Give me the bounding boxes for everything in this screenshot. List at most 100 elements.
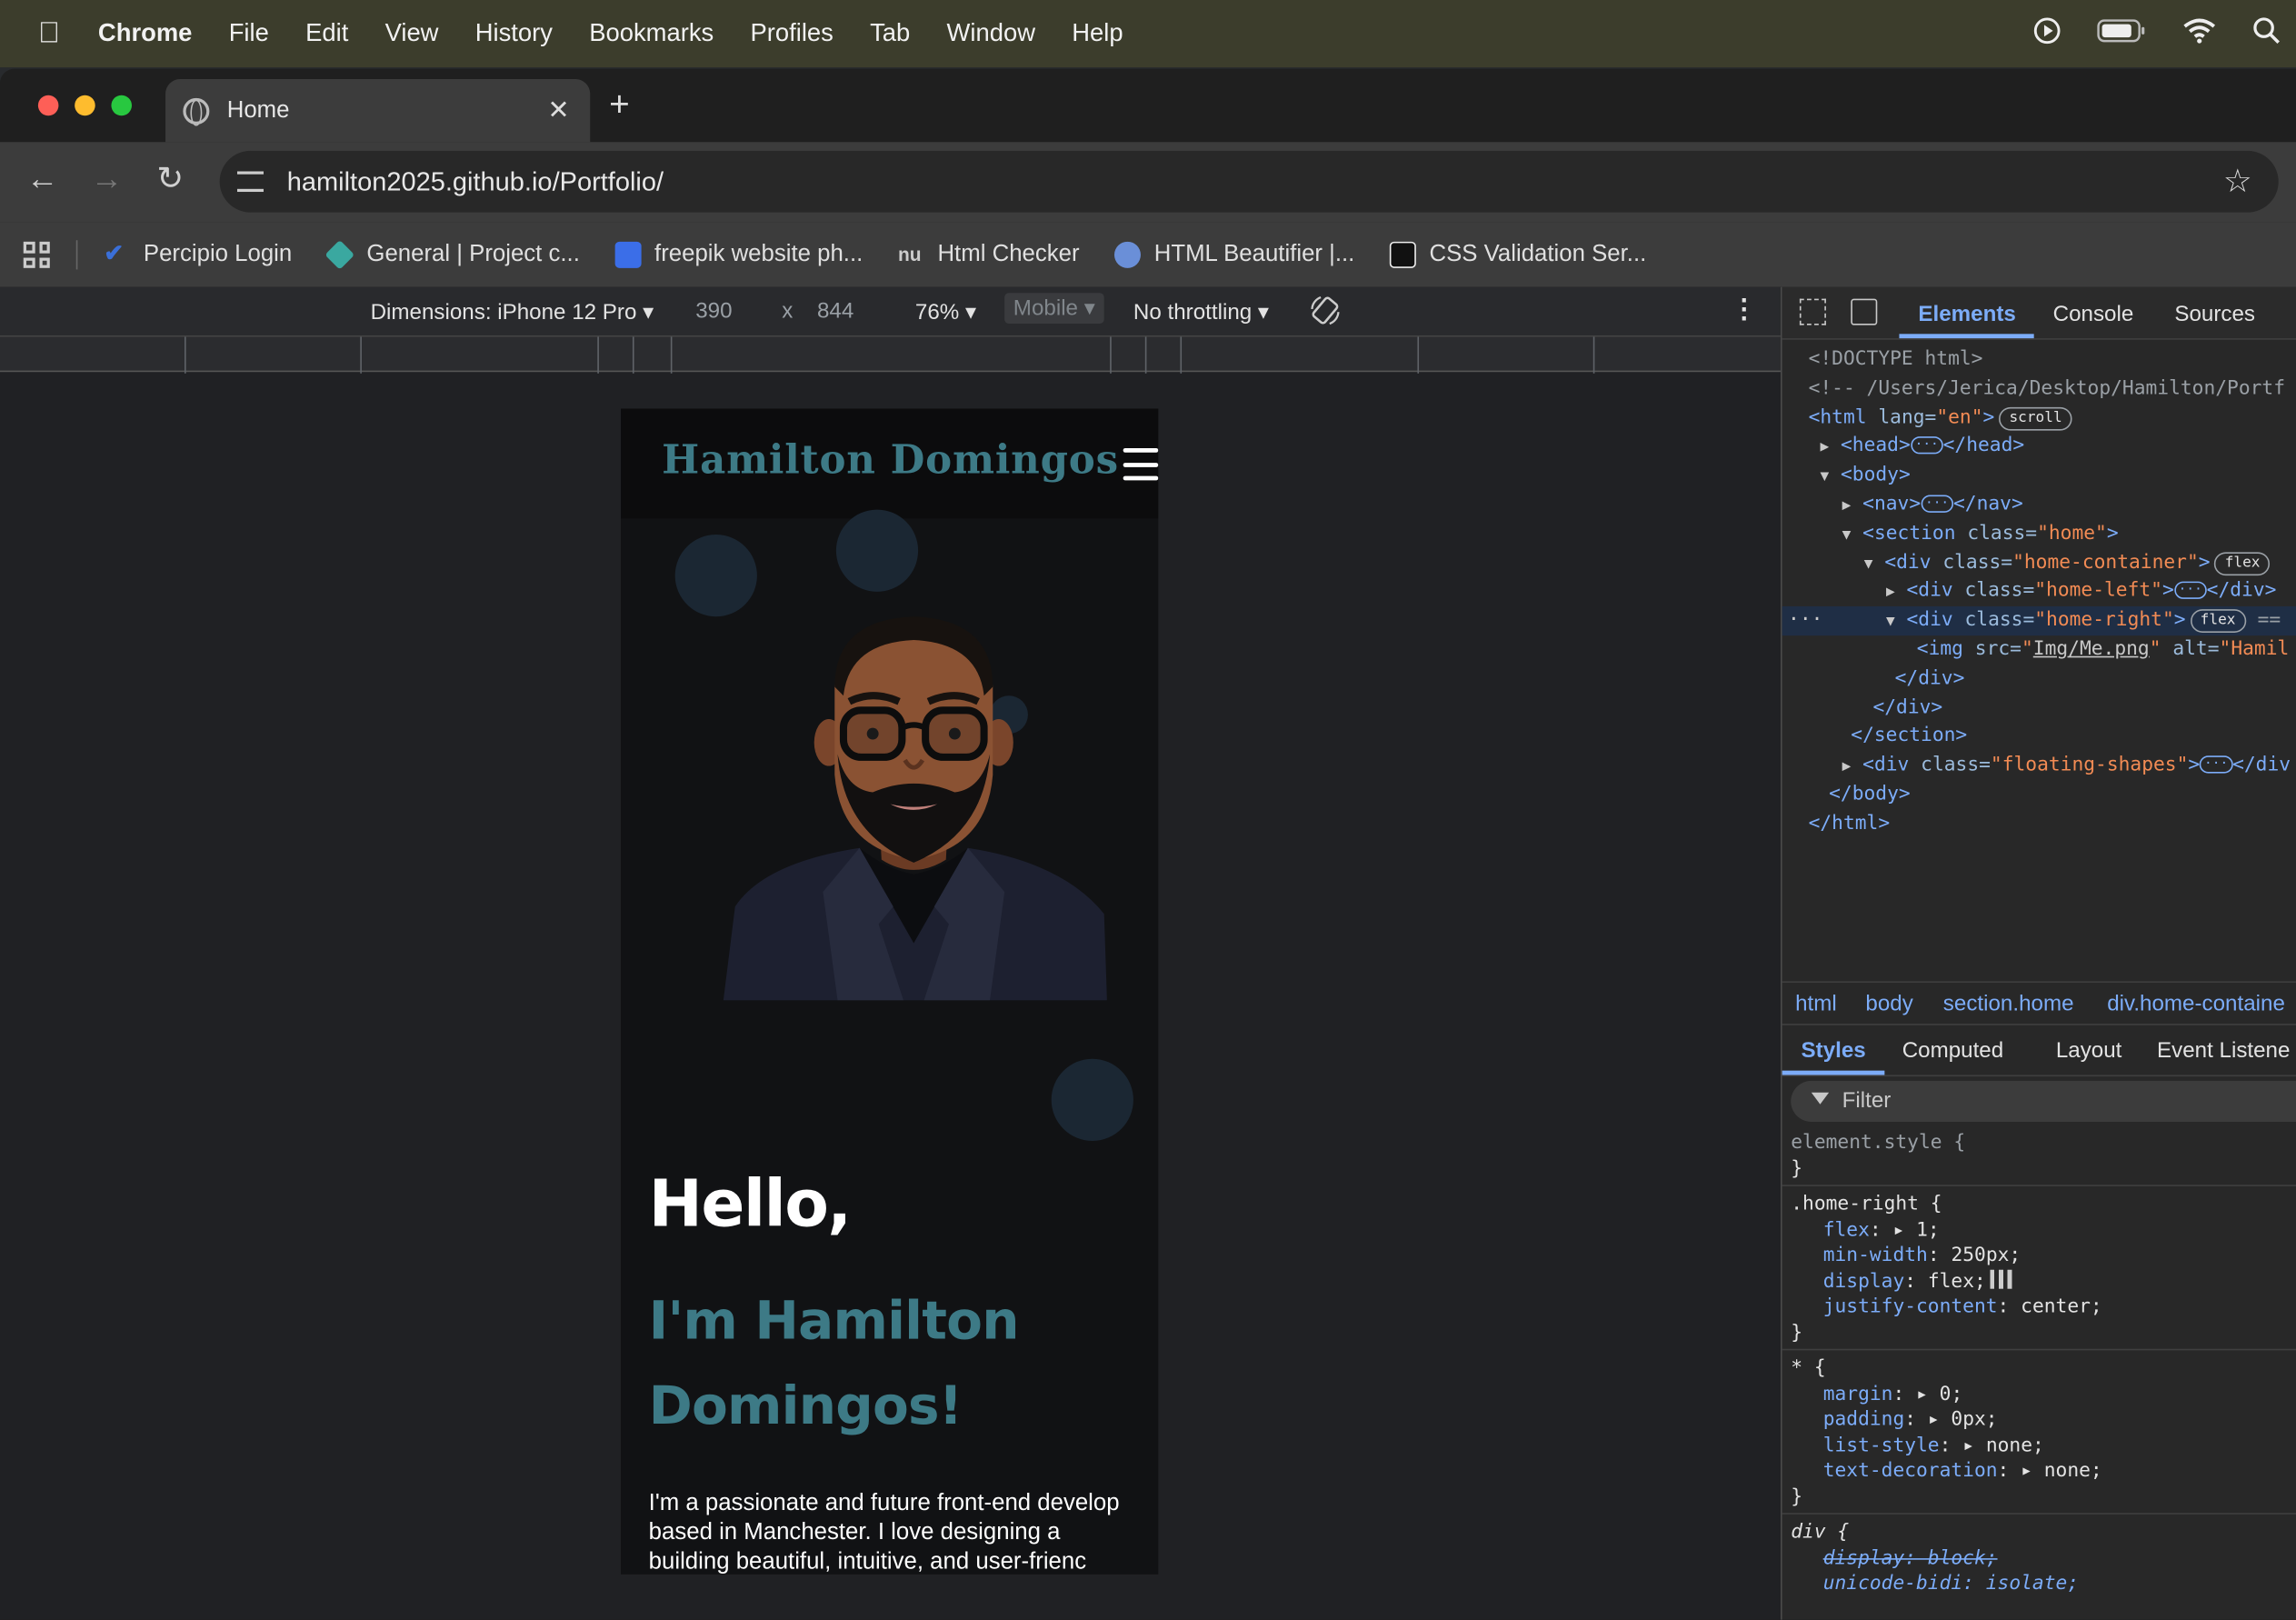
wifi-icon[interactable] bbox=[2181, 17, 2217, 51]
close-window-button[interactable] bbox=[37, 95, 59, 116]
flexbox-editor-icon[interactable] bbox=[1990, 1268, 2014, 1288]
tab-styles[interactable]: Styles bbox=[1802, 1038, 1866, 1063]
scroll-badge[interactable]: scroll bbox=[1999, 406, 2072, 430]
site-logo[interactable]: Hamilton Domingos bbox=[662, 438, 1119, 484]
menu-edit[interactable]: Edit bbox=[305, 19, 348, 48]
expand-triangle-icon[interactable]: ▶ bbox=[1842, 759, 1852, 775]
device-select[interactable]: Dimensions: iPhone 12 Pro ▾ bbox=[371, 299, 654, 325]
css-declaration[interactable]: flex: ▸ 1; bbox=[1791, 1218, 2296, 1244]
device-type-select[interactable]: Mobile ▾ bbox=[1004, 293, 1104, 325]
css-rule-div-useragent[interactable]: div { display: block; unicode-bidi: isol… bbox=[1782, 1515, 2296, 1600]
bookmark-html-checker[interactable]: nu Html Checker bbox=[898, 242, 1080, 268]
expand-triangle-icon[interactable]: ▶ bbox=[1842, 498, 1852, 515]
collapsed-ellipsis[interactable]: ··· bbox=[1910, 436, 1943, 455]
menu-history[interactable]: History bbox=[475, 19, 553, 48]
new-tab-icon[interactable]: + bbox=[609, 85, 630, 125]
dom-node-img[interactable]: <img src="Img/Me.png" alt="Hamil bbox=[1782, 635, 2296, 665]
bookmark-css-validation[interactable]: CSS Validation Ser... bbox=[1389, 241, 1646, 268]
expand-triangle-icon[interactable]: ▶ bbox=[1820, 440, 1829, 456]
dom-node-close-div[interactable]: </div> bbox=[1782, 665, 2296, 694]
bookmark-general-project[interactable]: General | Project c... bbox=[325, 239, 580, 270]
menu-view[interactable]: View bbox=[385, 19, 439, 48]
zoom-window-button[interactable] bbox=[111, 95, 132, 116]
css-rule-home-right[interactable]: .home-right { flex: ▸ 1; min-width: 250p… bbox=[1782, 1186, 2296, 1351]
reload-icon[interactable]: ↻ bbox=[156, 160, 184, 198]
close-tab-icon[interactable]: ✕ bbox=[547, 95, 569, 126]
tab-console[interactable]: Console bbox=[2053, 302, 2134, 326]
collapsed-ellipsis[interactable]: ··· bbox=[1921, 495, 1953, 513]
breadcrumb-html[interactable]: html bbox=[1795, 992, 1837, 1016]
dom-node-home-left[interactable]: ▶ <div class="home-left"> ··· </div> bbox=[1782, 577, 2296, 606]
dom-node-html[interactable]: <html lang="en"> scroll bbox=[1782, 404, 2296, 433]
dom-node-close-section[interactable]: </section> bbox=[1782, 723, 2296, 752]
collapsed-ellipsis[interactable]: ··· bbox=[2173, 582, 2207, 600]
dom-node-head[interactable]: ▶ <head> ··· </head> bbox=[1782, 433, 2296, 462]
dom-node-close-div[interactable]: </div> bbox=[1782, 694, 2296, 723]
collapsed-ellipsis[interactable]: ··· bbox=[2200, 755, 2233, 774]
inspect-element-icon[interactable] bbox=[1799, 298, 1826, 325]
css-rule-universal[interactable]: * { margin: ▸ 0; padding: ▸ 0px; list-st… bbox=[1782, 1350, 2296, 1515]
width-input[interactable]: 390 bbox=[695, 299, 732, 324]
apps-grid-icon[interactable] bbox=[23, 241, 50, 268]
device-toggle-icon[interactable] bbox=[1851, 298, 1878, 325]
bookmark-percipio-login[interactable]: ✔ Percipio Login bbox=[104, 242, 292, 268]
height-input[interactable]: 844 bbox=[817, 299, 854, 324]
css-declaration[interactable]: margin: ▸ 0; bbox=[1791, 1382, 2296, 1407]
collapse-triangle-icon[interactable]: ▼ bbox=[1864, 556, 1873, 573]
node-actions-dots[interactable]: ··· bbox=[1788, 606, 1822, 635]
dom-node-floating-shapes[interactable]: ▶ <div class="floating-shapes"> ··· </div bbox=[1782, 752, 2296, 781]
throttling-select[interactable]: No throttling ▾ bbox=[1133, 299, 1269, 325]
tab-home[interactable]: Home ✕ bbox=[165, 78, 591, 143]
menu-profiles[interactable]: Profiles bbox=[751, 19, 834, 48]
play-icon[interactable] bbox=[2032, 15, 2061, 52]
collapse-triangle-icon[interactable]: ▼ bbox=[1842, 527, 1852, 544]
menu-tab[interactable]: Tab bbox=[870, 19, 910, 48]
css-declaration[interactable]: text-decoration: ▸ none; bbox=[1791, 1459, 2296, 1485]
battery-icon[interactable] bbox=[2097, 17, 2147, 51]
collapse-triangle-icon[interactable]: ▼ bbox=[1886, 614, 1895, 630]
bookmark-freepik[interactable]: freepik website ph... bbox=[614, 241, 863, 268]
dom-node-section[interactable]: ▼ <section class="home"> bbox=[1782, 520, 2296, 549]
collapse-triangle-icon[interactable]: ▼ bbox=[1820, 469, 1829, 485]
css-declaration[interactable]: list-style: ▸ none; bbox=[1791, 1433, 2296, 1458]
menu-chrome[interactable]: Chrome bbox=[98, 19, 192, 48]
site-settings-icon[interactable] bbox=[236, 171, 264, 193]
flex-badge[interactable]: flex bbox=[2214, 551, 2271, 575]
menu-file[interactable]: File bbox=[229, 19, 269, 48]
flex-badge[interactable]: flex bbox=[2190, 609, 2246, 634]
dom-node-home-container[interactable]: ▼ <div class="home-container"> flex bbox=[1782, 548, 2296, 577]
breadcrumb-section-home[interactable]: section.home bbox=[1943, 992, 2074, 1016]
back-icon[interactable]: ← bbox=[26, 160, 58, 198]
dom-node-nav[interactable]: ▶ <nav> ··· </nav> bbox=[1782, 491, 2296, 520]
rotate-icon[interactable] bbox=[1309, 295, 1341, 333]
menu-help[interactable]: Help bbox=[1072, 19, 1123, 48]
tab-computed[interactable]: Computed bbox=[1902, 1038, 2004, 1063]
spotlight-search-icon[interactable] bbox=[2252, 15, 2281, 52]
menu-bookmarks[interactable]: Bookmarks bbox=[589, 19, 714, 48]
img-src-link[interactable]: Img/Me.png bbox=[2033, 638, 2150, 660]
bookmark-star-icon[interactable]: ☆ bbox=[2223, 163, 2252, 201]
dom-node-doctype[interactable]: <!DOCTYPE html> bbox=[1782, 345, 2296, 375]
forward-icon[interactable]: → bbox=[91, 160, 123, 198]
css-declaration[interactable]: padding: ▸ 0px; bbox=[1791, 1407, 2296, 1433]
dom-node-body[interactable]: ▼ <body> bbox=[1782, 462, 2296, 491]
hamburger-menu-icon[interactable] bbox=[1123, 447, 1159, 481]
more-options-icon[interactable]: ⋮ bbox=[1731, 295, 1757, 325]
css-declaration[interactable]: display: flex; bbox=[1791, 1268, 2296, 1295]
css-declaration[interactable]: justify-content: center; bbox=[1791, 1295, 2296, 1320]
css-declaration[interactable]: min-width: 250px; bbox=[1791, 1244, 2296, 1269]
address-bar[interactable]: hamilton2025.github.io/Portfolio/ ☆ bbox=[219, 150, 2279, 213]
styles-filter-input[interactable]: Filter bbox=[1791, 1080, 2296, 1123]
bookmark-html-beautifier[interactable]: HTML Beautifier |... bbox=[1114, 241, 1354, 268]
breadcrumb-body[interactable]: body bbox=[1865, 992, 1912, 1016]
menu-window[interactable]: Window bbox=[947, 19, 1035, 48]
tab-sources[interactable]: Sources bbox=[2174, 302, 2255, 326]
tab-event-listeners[interactable]: Event Listene bbox=[2157, 1038, 2290, 1063]
tab-elements[interactable]: Elements bbox=[1918, 302, 2015, 326]
tab-layout[interactable]: Layout bbox=[2056, 1038, 2122, 1063]
css-rule-element-style[interactable]: element.style { } bbox=[1782, 1125, 2296, 1186]
url-text[interactable]: hamilton2025.github.io/Portfolio/ bbox=[287, 166, 664, 197]
dom-node-comment[interactable]: <!-- /Users/Jerica/Desktop/Hamilton/Port… bbox=[1782, 375, 2296, 404]
breadcrumb-div-home-container[interactable]: div.home-containe bbox=[2107, 992, 2285, 1016]
dom-node-home-right-selected[interactable]: ··· ▼ <div class="home-right"> flex == bbox=[1782, 606, 2296, 636]
